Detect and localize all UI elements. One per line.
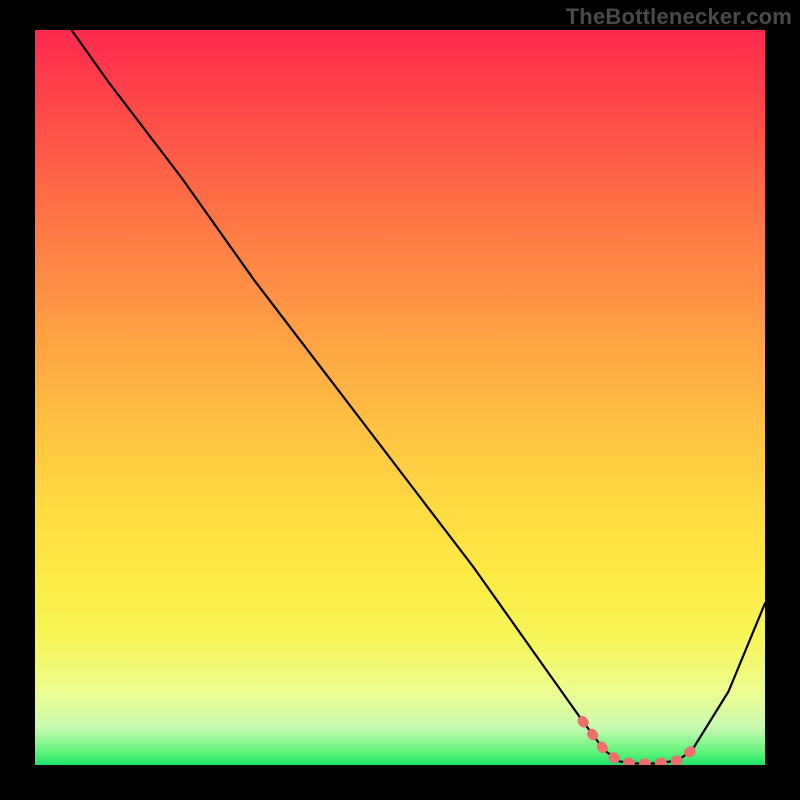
plot-area — [35, 30, 765, 765]
chart-svg — [35, 30, 765, 765]
watermark-text: TheBottlenecker.com — [566, 4, 792, 30]
chart-frame: TheBottlenecker.com — [0, 0, 800, 800]
bottleneck-curve-line — [72, 30, 766, 764]
